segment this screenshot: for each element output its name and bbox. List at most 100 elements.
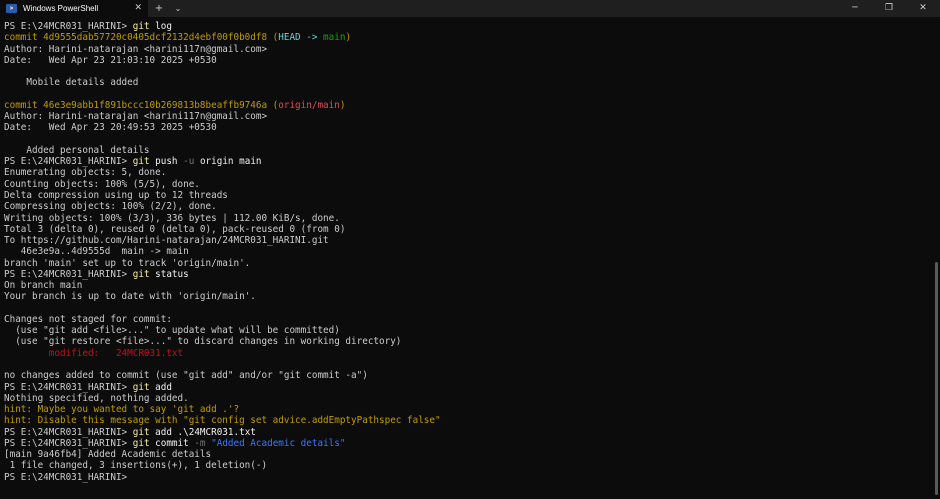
terminal-text: add .\24MCR031.txt [149,426,256,438]
terminal-text: 1 file changed, 3 insertions(+), 1 delet… [4,460,268,472]
terminal-line: PS E:\24MCR031_HARINI> git add .\24MCR03… [4,427,932,438]
terminal-line: Total 3 (delta 0), reused 0 (delta 0), p… [4,224,932,235]
terminal-output[interactable]: PS E:\24MCR031_HARINI> git log commit 4d9… [4,21,932,495]
terminal-text: add [149,381,172,393]
tab-windows-powershell[interactable]: > Windows PowerShell ✕ [0,0,148,17]
terminal-text: HEAD -> [278,32,324,44]
terminal-text: PS E:\24MCR031_HARINI> [4,156,133,168]
terminal-text: commit 46e3e9abb1f891bccc10b269813b8beaf… [4,99,279,111]
terminal-text: git [132,21,150,32]
terminal-line: Counting objects: 100% (5/5), done. [4,179,932,190]
terminal-text: Your branch is up to date with 'origin/m… [4,291,256,303]
terminal-line: Author: Harini-natarajan <harini117n@gma… [4,44,932,55]
terminal-text: "Added Academic details" [205,437,346,449]
terminal-text: Author: Harini-natarajan <harini117n@gma… [4,43,268,55]
terminal-line: To https://github.com/Harini-natarajan/2… [4,235,932,246]
terminal-text: git [132,156,150,168]
terminal-text: git [132,426,150,438]
title-bar-drag-area[interactable] [186,0,838,17]
terminal-text: Counting objects: 100% (5/5), done. [4,178,200,190]
title-bar: > Windows PowerShell ✕ + ⌄ ─ ❐ ✕ [0,0,940,17]
terminal-text: origin/main [278,99,340,111]
terminal-text: PS E:\24MCR031_HARINI> [4,381,133,393]
terminal-text: hint: Maybe you wanted to say 'git add .… [4,404,240,416]
terminal-text: Delta compression using up to 12 threads [4,189,228,201]
terminal-text: Author: Harini-natarajan <harini117n@gma… [4,111,268,123]
terminal-line: Nothing specified, nothing added. [4,393,932,404]
terminal-text: modified: 24MCR031.txt [4,347,184,359]
close-button[interactable]: ✕ [906,0,940,17]
maximize-button[interactable]: ❐ [872,0,906,17]
tab-title: Windows PowerShell [23,4,99,13]
terminal-line: PS E:\24MCR031_HARINI> git commit -m "Ad… [4,438,932,449]
terminal-text: Changes not staged for commit: [4,313,172,325]
terminal-text: Total 3 (delta 0), reused 0 (delta 0), p… [4,223,346,235]
minimize-button[interactable]: ─ [838,0,872,17]
terminal-text: git [132,437,150,449]
terminal-line: PS E:\24MCR031_HARINI> git add [4,382,932,393]
scrollbar[interactable] [935,262,938,495]
terminal-line: modified: 24MCR031.txt [4,348,932,359]
terminal-line: On branch main [4,280,932,291]
terminal-text: Added personal details [4,144,150,156]
terminal-line: Writing objects: 100% (3/3), 336 bytes |… [4,213,932,224]
terminal-text: push [149,156,184,168]
terminal-text: hint: Disable this message with "git con… [4,415,441,427]
terminal-line: Changes not staged for commit: [4,314,932,325]
terminal-line: PS E:\24MCR031_HARINI> git push -u origi… [4,156,932,167]
terminal-text: PS E:\24MCR031_HARINI> [4,437,133,449]
terminal-text: git [132,268,150,280]
terminal-text: Date: Wed Apr 23 20:49:53 2025 +0530 [4,122,217,134]
terminal-line: [main 9a46fb4] Added Academic details [4,449,932,460]
terminal-line: 46e3e9a..4d9555d main -> main [4,246,932,257]
terminal-text: To https://github.com/Harini-natarajan/2… [4,235,329,247]
tab-close-icon[interactable]: ✕ [134,2,142,15]
terminal-text: ) [345,32,352,44]
terminal-line: commit 4d9555dab57720c0405dcf2132d4ebf00… [4,32,932,43]
terminal-line: Author: Harini-natarajan <harini117n@gma… [4,111,932,122]
terminal-text: git [132,381,150,393]
terminal-text: PS E:\24MCR031_HARINI> [4,471,133,483]
chevron-down-icon[interactable]: ⌄ [170,0,186,17]
new-tab-button[interactable]: + [148,0,170,17]
powershell-icon: > [6,4,17,13]
terminal-line: hint: Disable this message with "git con… [4,415,932,426]
terminal-line: PS E:\24MCR031_HARINI> git status [4,269,932,280]
terminal-text: 46e3e9a..4d9555d main -> main [4,246,189,258]
terminal-line: no changes added to commit (use "git add… [4,370,932,381]
terminal-text: PS E:\24MCR031_HARINI> [4,426,133,438]
terminal-text: (use "git restore <file>..." to discard … [4,336,402,348]
terminal-text: -m [194,437,206,449]
terminal-line: 1 file changed, 3 insertions(+), 1 delet… [4,460,932,471]
terminal-text: PS E:\24MCR031_HARINI> [4,268,133,280]
terminal-line: Enumerating objects: 5, done. [4,167,932,178]
terminal-text: On branch main [4,280,83,292]
terminal-text: log [149,21,172,32]
terminal-line: PS E:\24MCR031_HARINI> git log [4,21,932,32]
terminal-text: commit [149,437,195,449]
terminal-line: Date: Wed Apr 23 20:49:53 2025 +0530 [4,122,932,133]
terminal-line: Delta compression using up to 12 threads [4,190,932,201]
terminal-line: commit 46e3e9abb1f891bccc10b269813b8beaf… [4,100,932,111]
terminal-line: hint: Maybe you wanted to say 'git add .… [4,404,932,415]
terminal-text: -u [183,156,195,168]
terminal-text: [main 9a46fb4] Added Academic details [4,449,212,461]
terminal-line: branch 'main' set up to track 'origin/ma… [4,258,932,269]
terminal-text: Enumerating objects: 5, done. [4,167,167,179]
terminal-line: (use "git restore <file>..." to discard … [4,336,932,347]
terminal-text: Compressing objects: 100% (2/2), done. [4,201,217,213]
terminal-text: PS E:\24MCR031_HARINI> [4,21,133,32]
terminal-text: no changes added to commit (use "git add… [4,370,368,382]
terminal-text: Mobile details added [4,77,139,89]
terminal-line: (use "git add <file>..." to update what … [4,325,932,336]
terminal-text: status [149,268,189,280]
terminal-line: Added personal details [4,145,932,156]
terminal-text: ) [339,99,346,111]
terminal-line: PS E:\24MCR031_HARINI> [4,472,932,483]
terminal-text: Nothing specified, nothing added. [4,392,189,404]
